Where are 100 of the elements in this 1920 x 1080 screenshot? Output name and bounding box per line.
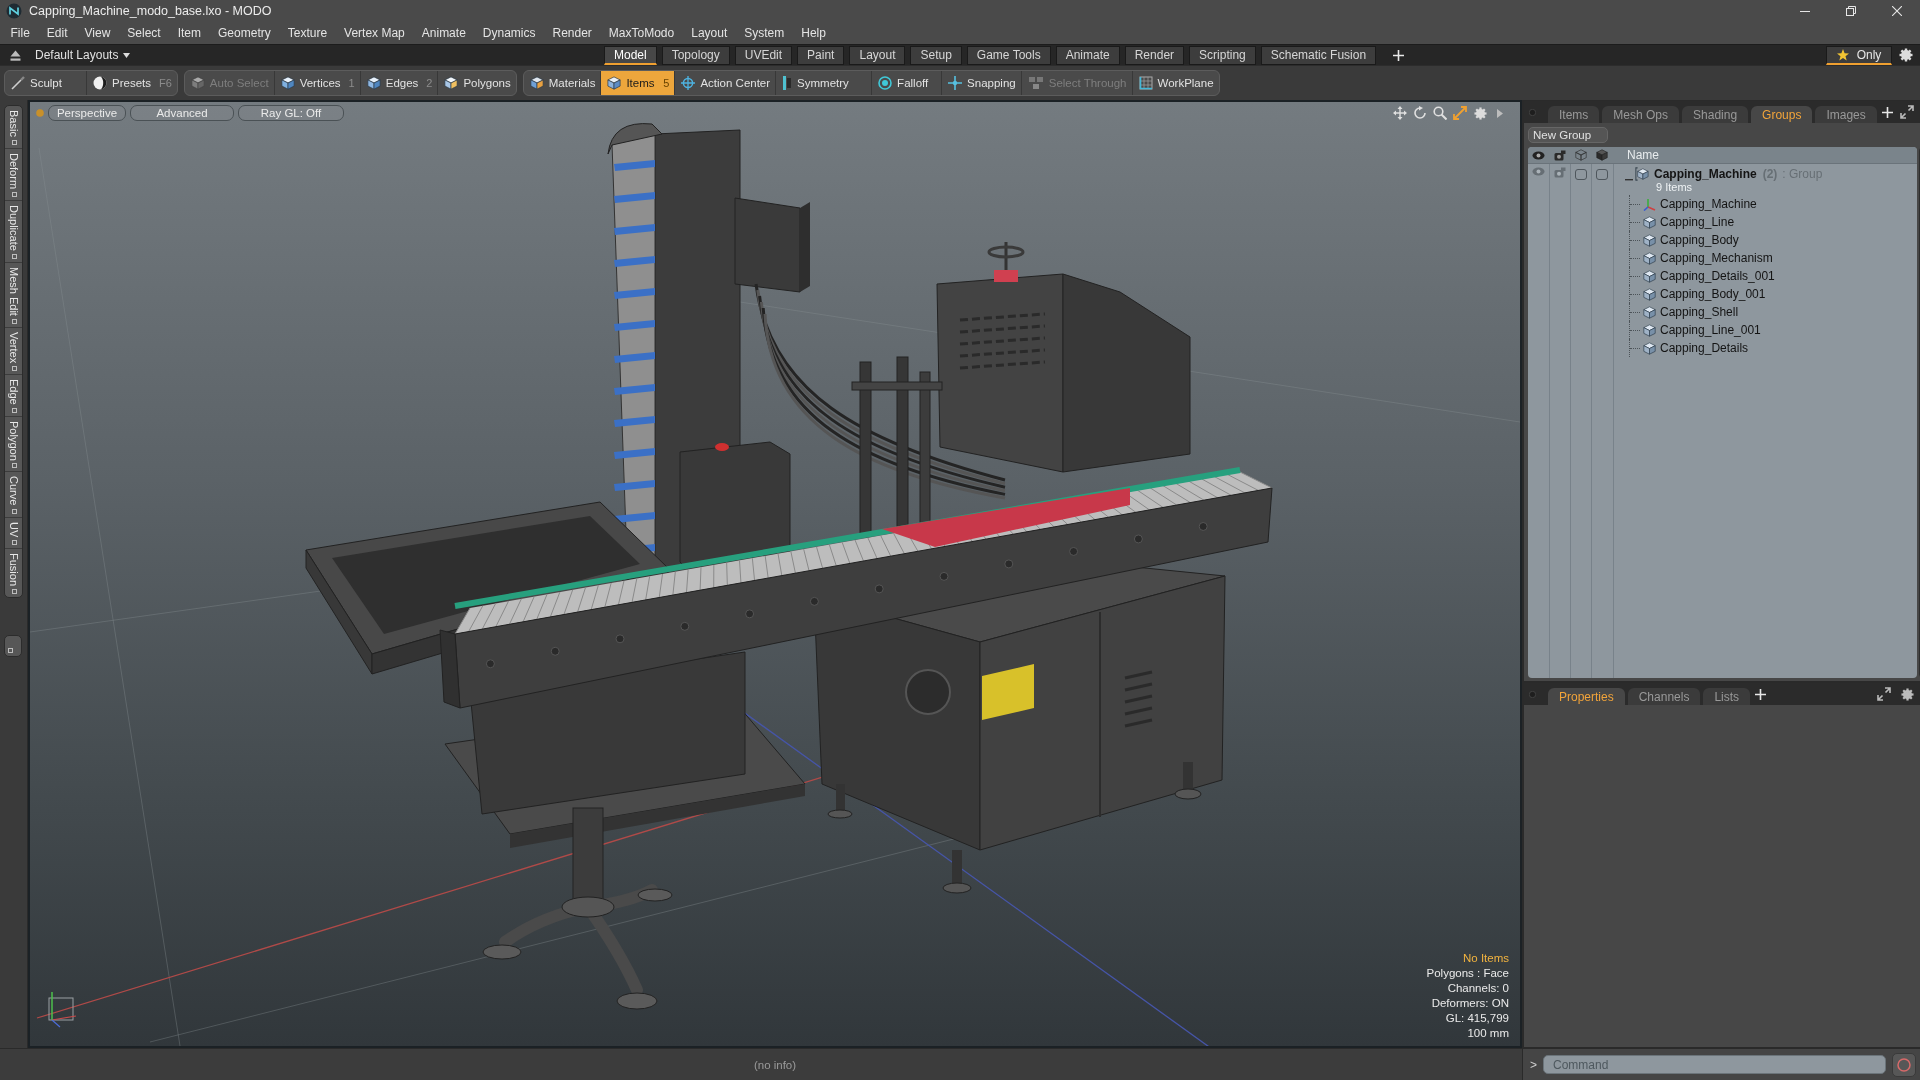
add-tab-button[interactable] <box>1879 104 1895 120</box>
layout-tab[interactable]: Topology <box>661 45 730 65</box>
side-tab[interactable]: Basic <box>5 106 22 149</box>
item-name[interactable]: Capping_Machine <box>1660 197 1757 211</box>
side-tab[interactable]: Polygon <box>5 416 22 473</box>
menu-item[interactable]: Texture <box>279 22 336 44</box>
cube-icon <box>366 76 381 90</box>
item-count: 9 Items <box>1656 181 1694 193</box>
side-tab[interactable]: Vertex <box>5 327 22 375</box>
panel-tab[interactable]: Shading <box>1682 106 1749 123</box>
viewport-tool-button[interactable] <box>1392 105 1408 121</box>
viewport-tool-button[interactable] <box>1472 105 1488 121</box>
menu-item[interactable]: File <box>2 22 39 44</box>
menu-item[interactable]: Item <box>169 22 210 44</box>
checkbox[interactable] <box>1574 169 1587 180</box>
add-tab-button[interactable] <box>1391 47 1407 63</box>
layout-tab[interactable]: UVEdit <box>734 45 793 65</box>
menu-item[interactable]: Geometry <box>209 22 280 44</box>
viewport-tool-button[interactable] <box>1412 105 1428 121</box>
panel-tab[interactable]: Lists <box>1703 688 1751 705</box>
cube-icon <box>1643 215 1656 229</box>
record-button[interactable] <box>1892 1052 1916 1077</box>
layout-tab[interactable]: Setup <box>910 45 962 65</box>
tool-button[interactable]: Symmetry <box>776 71 873 95</box>
menu-item[interactable]: Layout <box>682 22 736 44</box>
item-name[interactable]: Capping_Line_001 <box>1660 323 1761 337</box>
viewport-info-text: Deformers: ON <box>1431 996 1509 1011</box>
side-tab[interactable]: Edge <box>5 374 22 417</box>
tool-button[interactable]: Sculpt <box>5 71 87 95</box>
maximize-button[interactable] <box>1897 103 1916 121</box>
menu-item[interactable]: Edit <box>38 22 77 44</box>
tool-button[interactable]: Action Center <box>675 71 777 95</box>
menu-item[interactable]: Animate <box>413 22 475 44</box>
viewport-info-text: GL: 415,799 <box>1445 1011 1509 1026</box>
side-tab[interactable]: Duplicate <box>5 200 22 263</box>
axis-gizmo-icon <box>48 990 78 1028</box>
menu-item[interactable]: MaxToModo <box>600 22 683 44</box>
side-tab[interactable]: UV <box>5 517 22 550</box>
tool-button[interactable]: WorkPlane <box>1132 71 1219 95</box>
menu-item[interactable]: Help <box>792 22 835 44</box>
plus-icon <box>1755 688 1767 700</box>
layout-tab[interactable]: Game Tools <box>966 45 1051 65</box>
side-button[interactable] <box>4 635 22 658</box>
menu-item[interactable]: Dynamics <box>474 22 544 44</box>
maximize-button[interactable] <box>1874 685 1893 703</box>
group-icon <box>1635 167 1649 181</box>
tool-button[interactable]: Snapping <box>942 71 1022 95</box>
layout-tab[interactable]: Layout <box>849 45 906 65</box>
layout-tab[interactable]: Animate <box>1055 45 1120 65</box>
layout-tab[interactable]: Render <box>1124 45 1185 65</box>
settings-icon <box>1900 687 1914 701</box>
menu-item[interactable]: View <box>76 22 119 44</box>
menu-item[interactable]: Select <box>118 22 170 44</box>
viewport-tool-button[interactable] <box>1432 105 1448 121</box>
layout-tab[interactable]: Model <box>604 45 657 65</box>
item-name[interactable]: Capping_Body_001 <box>1660 287 1766 301</box>
3d-viewport[interactable]: Perspective Advanced Ray GL: Off No Items Polygons : Face Channels: 0 Deformers: ON GL: 415,799 100 mm <box>28 100 1522 1048</box>
item-name[interactable]: Capping_Line <box>1660 215 1735 229</box>
side-tab[interactable]: Mesh Edit <box>5 262 22 328</box>
tool-button[interactable]: Falloff <box>872 71 943 95</box>
item-name[interactable]: Capping_Mechanism <box>1660 251 1773 265</box>
panel-tab[interactable]: Channels <box>1627 688 1701 705</box>
tool-button[interactable]: Items 5 <box>601 71 676 95</box>
layout-tab[interactable]: Paint <box>797 45 845 65</box>
side-tab[interactable]: Curve <box>5 472 22 518</box>
axes-icon <box>1643 197 1656 211</box>
camera-icon <box>1553 167 1566 178</box>
command-field[interactable]: Command <box>1543 1055 1886 1074</box>
panel-tab[interactable]: Groups <box>1751 106 1813 123</box>
panel-tab[interactable]: Properties <box>1548 688 1625 705</box>
ring-icon <box>1897 1057 1911 1072</box>
menu-item[interactable]: Vertex Map <box>335 22 414 44</box>
item-name[interactable]: Capping_Details <box>1660 341 1749 355</box>
layout-tab[interactable]: Scripting <box>1189 45 1256 65</box>
plus-icon <box>1881 106 1893 118</box>
side-tab[interactable]: Deform <box>5 148 22 201</box>
item-name[interactable]: Capping_Details_001 <box>1660 269 1775 283</box>
panel-tab[interactable]: Items <box>1548 106 1600 123</box>
tool-button[interactable]: Polygons <box>438 71 516 95</box>
only-button[interactable]: Only <box>1826 45 1892 65</box>
layout-tab[interactable]: Schematic Fusion <box>1260 45 1377 65</box>
tool-button[interactable]: Edges 2 <box>360 71 439 95</box>
cube-icon <box>1643 269 1656 283</box>
checkbox[interactable] <box>1596 169 1608 180</box>
menu-item[interactable]: System <box>735 22 793 44</box>
panel-tab[interactable]: Images <box>1815 106 1877 123</box>
add-tab-button[interactable] <box>1753 686 1769 702</box>
tool-button[interactable]: Presets F6 <box>87 71 177 95</box>
panel-tab[interactable]: Mesh Ops <box>1602 106 1680 123</box>
viewport-tool-button[interactable] <box>1452 105 1468 121</box>
settings-button[interactable] <box>1898 685 1916 703</box>
cube-icon <box>1596 149 1608 161</box>
new-group-button[interactable]: New Group <box>1528 127 1608 143</box>
item-name[interactable]: Capping_Shell <box>1660 305 1739 319</box>
tool-button[interactable]: Vertices 1 <box>274 71 361 95</box>
layout-preset-dropdown[interactable]: Default Layouts <box>35 48 131 62</box>
group-name[interactable]: Capping_Machine <box>1654 167 1757 181</box>
menu-item[interactable]: Render <box>544 22 601 44</box>
item-name[interactable]: Capping_Body <box>1660 233 1739 247</box>
side-tab[interactable]: Fusion <box>5 549 22 598</box>
